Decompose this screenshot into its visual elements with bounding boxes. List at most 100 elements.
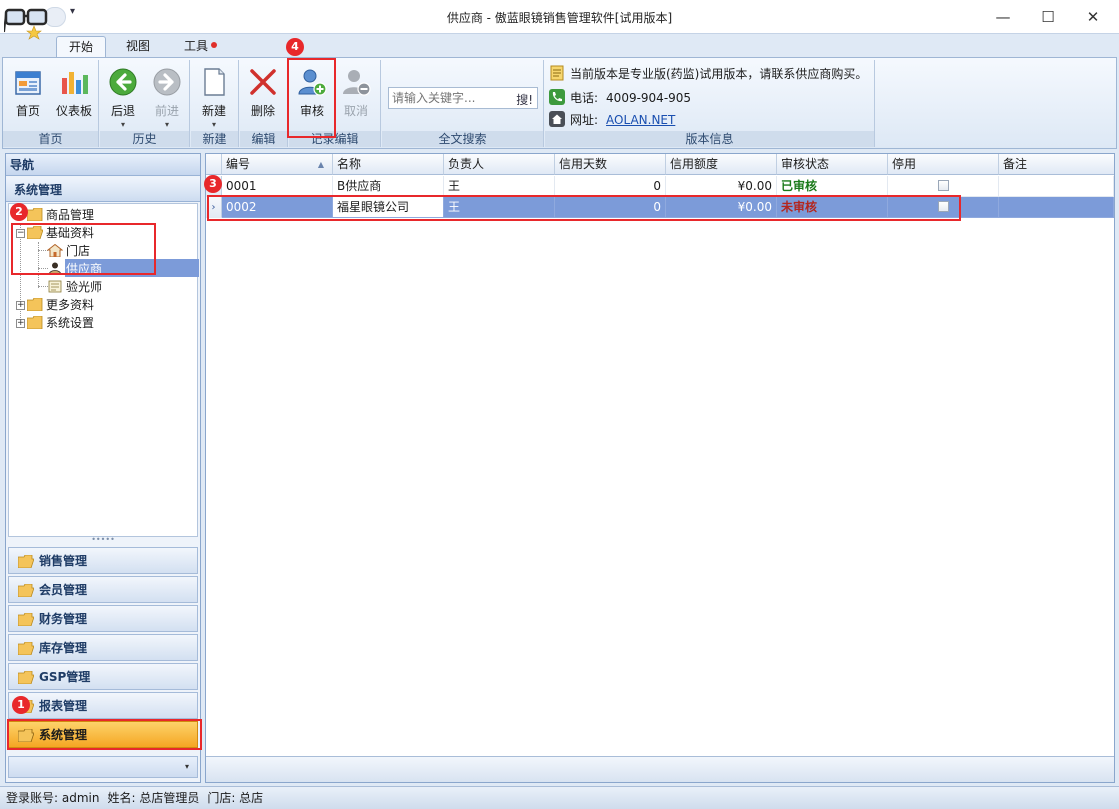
tree-node-store[interactable]: 门店 (47, 242, 90, 260)
delete-button[interactable]: 删除 (240, 64, 286, 124)
back-button[interactable]: 后退 ▾ (100, 64, 146, 129)
tree-node-optometrist[interactable]: 验光师 (47, 278, 102, 296)
group-fulltext: 搜! 全文搜索 (382, 60, 544, 147)
tree-node-goods[interactable]: 商品管理 (27, 206, 94, 224)
sort-ascending-icon: ▲ (317, 160, 324, 169)
nav-section-title: 系统管理 (6, 178, 200, 202)
tree-node-settings[interactable]: 系统设置 (27, 314, 94, 332)
module-finance[interactable]: 财务管理 (8, 605, 198, 632)
cancel-label: 取消 (343, 104, 368, 118)
module-sales-label: 销售管理 (39, 554, 88, 568)
forward-label: 前进 (154, 104, 179, 118)
cancel-button[interactable]: 取消 (333, 64, 379, 124)
tree-node-more[interactable]: 更多资料 (27, 296, 94, 314)
tab-home[interactable]: 开始 (56, 36, 107, 58)
cell-name[interactable]: 福星眼镜公司 (333, 197, 444, 218)
module-sales[interactable]: 销售管理 (8, 547, 198, 574)
tree-node-store-label: 门店 (66, 244, 91, 258)
forward-button[interactable]: 前进 ▾ (144, 64, 190, 129)
column-header-disabled[interactable]: 停用 (888, 154, 999, 175)
user-remove-icon (343, 70, 371, 96)
new-dropdown-icon[interactable]: ▾ (191, 120, 237, 129)
dashboard-button[interactable]: 仪表板 (51, 64, 97, 124)
cell-credit-limit: ¥0.00 (666, 197, 777, 218)
column-header-name[interactable]: 名称 (333, 154, 444, 175)
search-input[interactable] (392, 90, 502, 106)
ribbon: 首页 仪表板 首页 后退 ▾ 前进 ▾ 历史 新建 ▾ 新建 删除 编辑 审核 … (2, 57, 1117, 149)
nav-splitter[interactable]: ••••• (6, 536, 200, 544)
folder-icon (27, 208, 43, 221)
status-account: 登录账号: admin (6, 791, 100, 805)
nav-overflow-bar[interactable]: ▾ (8, 756, 198, 778)
table-row[interactable]: 0001 B供应商 王 0 ¥0.00 已审核 (206, 176, 1114, 197)
delete-x-icon (250, 69, 276, 95)
group-version-label: 版本信息 (545, 131, 874, 147)
disabled-checkbox[interactable] (937, 180, 949, 191)
group-home: 首页 仪表板 首页 (3, 60, 99, 147)
notice-document-icon (550, 65, 564, 81)
module-inventory[interactable]: 库存管理 (8, 634, 198, 661)
tab-tools[interactable]: 工具 (172, 36, 229, 58)
optometrist-icon (48, 280, 62, 293)
new-document-icon (204, 68, 225, 96)
search-box: 搜! (388, 87, 538, 109)
column-header-code[interactable]: 编号 ▲ (222, 154, 333, 175)
folder-open-icon (18, 671, 34, 684)
module-gsp[interactable]: GSP管理 (8, 663, 198, 690)
column-header-credit-limit[interactable]: 信用额度 (666, 154, 777, 175)
table-row-selected[interactable]: › 0002 福星眼镜公司 王 0 ¥0.00 未审核 (206, 197, 1114, 218)
tree-expand-icon[interactable]: + (16, 319, 25, 328)
tree-expand-icon[interactable]: + (16, 301, 25, 310)
forward-dropdown-icon[interactable]: ▾ (144, 120, 190, 129)
back-dropdown-icon[interactable]: ▾ (100, 120, 146, 129)
column-header-status[interactable]: 审核状态 (777, 154, 888, 175)
column-header-owner[interactable]: 负责人 (444, 154, 555, 175)
chevron-down-icon[interactable]: ▾ (185, 762, 189, 771)
cell-owner: 王 (444, 176, 555, 197)
phone-info: 电话: 4009-904-905 (549, 88, 691, 108)
approve-button[interactable]: 审核 (289, 64, 335, 124)
annotation-badge-1: 1 (12, 696, 30, 714)
home-button[interactable]: 首页 (5, 64, 51, 124)
module-members[interactable]: 会员管理 (8, 576, 198, 603)
tree-node-supplier[interactable]: 供应商 (47, 260, 102, 278)
user-add-icon (298, 69, 327, 96)
new-label: 新建 (201, 104, 226, 118)
tree-node-basic-label: 基础资料 (46, 226, 95, 240)
search-button[interactable]: 搜! (516, 91, 533, 108)
folder-open-icon (18, 729, 34, 742)
column-header-note[interactable]: 备注 (999, 154, 1114, 175)
module-inventory-label: 库存管理 (39, 641, 88, 655)
cell-disabled (888, 176, 999, 197)
glasses-logo-icon[interactable] (4, 4, 52, 44)
minimize-button[interactable]: — (985, 4, 1021, 30)
tree-node-basic[interactable]: 基础资料 (27, 224, 94, 242)
tab-tools-label: 工具 (184, 39, 209, 53)
tree-node-optometrist-label: 验光师 (66, 280, 103, 294)
cell-status: 已审核 (777, 176, 888, 197)
tree-collapse-icon[interactable]: − (16, 229, 25, 238)
maximize-button[interactable]: ☐ (1030, 4, 1066, 30)
cell-credit-days: 0 (555, 197, 666, 218)
url-link[interactable]: AOLAN.NET (606, 113, 675, 127)
module-system[interactable]: 系统管理 (8, 721, 198, 748)
notification-dot-icon (211, 42, 218, 48)
forward-arrow-icon (153, 68, 181, 96)
disabled-checkbox[interactable] (937, 201, 949, 212)
annotation-badge-2: 2 (10, 203, 28, 221)
url-info: 网址: AOLAN.NET (549, 110, 675, 130)
close-button[interactable]: ✕ (1075, 4, 1111, 30)
status-bar: 登录账号: admin 姓名: 总店管理员 门店: 总店 (0, 786, 1119, 809)
module-reports[interactable]: 报表管理 (8, 692, 198, 719)
group-record-edit-label: 记录编辑 (289, 131, 380, 147)
approve-label: 审核 (299, 104, 324, 118)
folder-open-icon (18, 613, 34, 626)
new-button[interactable]: 新建 ▾ (191, 64, 237, 129)
tab-view[interactable]: 视图 (114, 36, 162, 58)
column-header-credit-days[interactable]: 信用天数 (555, 154, 666, 175)
module-members-label: 会员管理 (39, 583, 88, 597)
module-reports-label: 报表管理 (39, 699, 88, 713)
group-history-label: 历史 (100, 131, 189, 147)
title-bar: ▾ 供应商 - 傲蓝眼镜销售管理软件[试用版本] — ☐ ✕ (0, 0, 1119, 40)
group-new-label: 新建 (191, 131, 238, 147)
